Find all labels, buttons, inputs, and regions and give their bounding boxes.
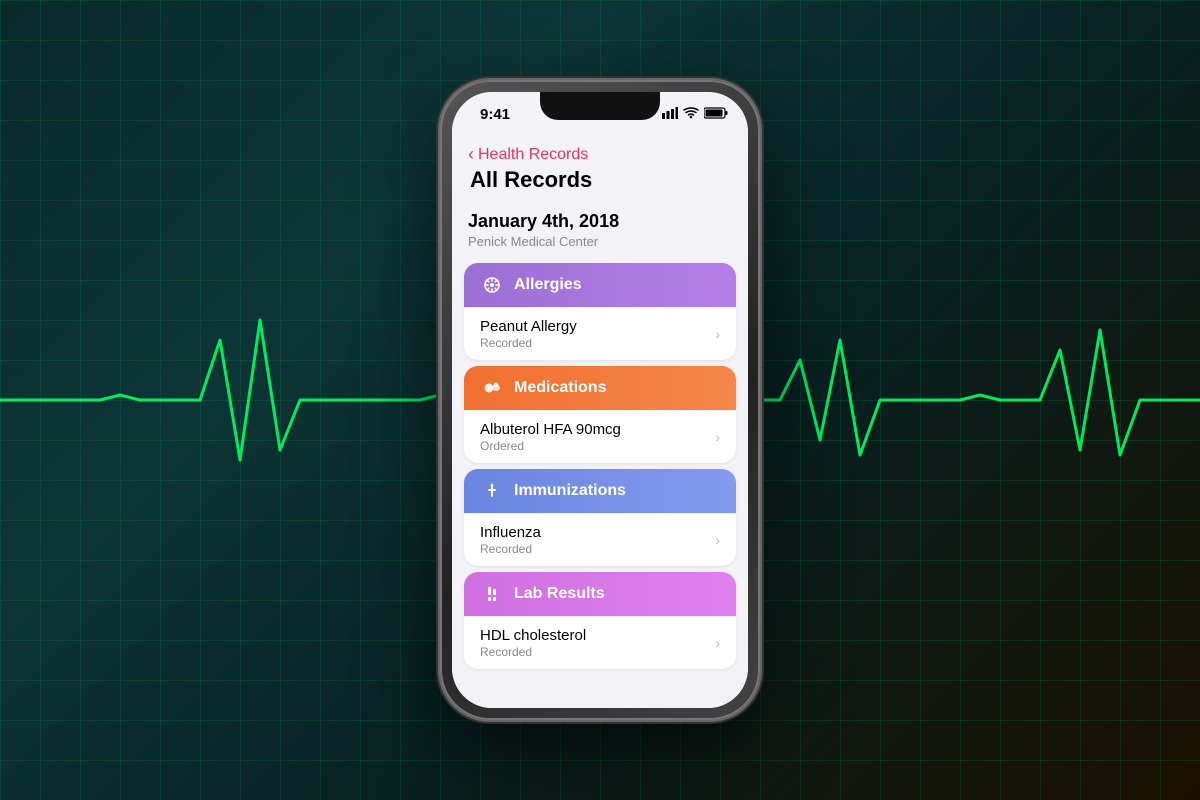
phone-device: 9:41 <box>440 80 760 720</box>
record-item-name: Influenza <box>480 524 541 541</box>
record-item-status: Recorded <box>480 645 586 659</box>
section-card-allergies: Allergies Peanut AllergyRecorded › <box>464 263 736 360</box>
status-icons <box>662 107 728 122</box>
battery-icon <box>704 107 728 122</box>
signal-icon <box>662 107 678 122</box>
section-header-immunizations[interactable]: Immunizations <box>464 469 736 513</box>
allergies-icon <box>480 273 504 297</box>
section-header-allergies[interactable]: Allergies <box>464 263 736 307</box>
nav-bar: ‹ Health Records All Records <box>452 136 748 199</box>
back-chevron-icon: ‹ <box>468 144 474 165</box>
section-title-immunizations: Immunizations <box>514 482 626 500</box>
section-title-lab-results: Lab Results <box>514 585 605 603</box>
sections-container: AllergiesPeanut AllergyRecorded› Medicat… <box>452 263 748 669</box>
record-facility: Penick Medical Center <box>468 234 732 249</box>
section-card-lab-results: Lab Results HDL cholesterolRecorded › <box>464 572 736 669</box>
status-time: 9:41 <box>480 106 510 123</box>
list-item[interactable]: InfluenzaRecorded › <box>464 513 736 566</box>
back-label: Health Records <box>478 146 588 164</box>
nav-back[interactable]: ‹ Health Records <box>468 144 732 165</box>
record-header: January 4th, 2018 Penick Medical Center <box>452 199 748 257</box>
record-item-info: Albuterol HFA 90mcgOrdered <box>480 421 621 453</box>
chevron-right-icon: › <box>715 326 720 342</box>
chevron-right-icon: › <box>715 532 720 548</box>
section-card-medications: Medications Albuterol HFA 90mcgOrdered › <box>464 366 736 463</box>
record-item-status: Ordered <box>480 439 621 453</box>
record-item-info: Peanut AllergyRecorded <box>480 318 577 350</box>
section-title-medications: Medications <box>514 379 606 397</box>
phone-shell: 9:41 <box>440 80 760 720</box>
immunizations-icon <box>480 479 504 503</box>
record-item-info: HDL cholesterolRecorded <box>480 627 586 659</box>
section-card-immunizations: Immunizations InfluenzaRecorded › <box>464 469 736 566</box>
section-header-lab-results[interactable]: Lab Results <box>464 572 736 616</box>
screen-content: ‹ Health Records All Records January 4th… <box>452 136 748 708</box>
record-item-info: InfluenzaRecorded <box>480 524 541 556</box>
list-item[interactable]: Albuterol HFA 90mcgOrdered › <box>464 410 736 463</box>
record-date: January 4th, 2018 <box>468 211 732 232</box>
medications-icon <box>480 376 504 400</box>
section-title-allergies: Allergies <box>514 276 582 294</box>
list-item[interactable]: Peanut AllergyRecorded › <box>464 307 736 360</box>
record-item-name: HDL cholesterol <box>480 627 586 644</box>
record-item-name: Albuterol HFA 90mcg <box>480 421 621 438</box>
list-item[interactable]: HDL cholesterolRecorded › <box>464 616 736 669</box>
phone-screen: 9:41 <box>452 92 748 708</box>
chevron-right-icon: › <box>715 429 720 445</box>
wifi-icon <box>683 107 699 122</box>
lab-results-icon <box>480 582 504 606</box>
record-item-name: Peanut Allergy <box>480 318 577 335</box>
notch <box>540 92 660 120</box>
record-item-status: Recorded <box>480 336 577 350</box>
chevron-right-icon: › <box>715 635 720 651</box>
page-title: All Records <box>468 167 732 193</box>
section-header-medications[interactable]: Medications <box>464 366 736 410</box>
record-item-status: Recorded <box>480 542 541 556</box>
